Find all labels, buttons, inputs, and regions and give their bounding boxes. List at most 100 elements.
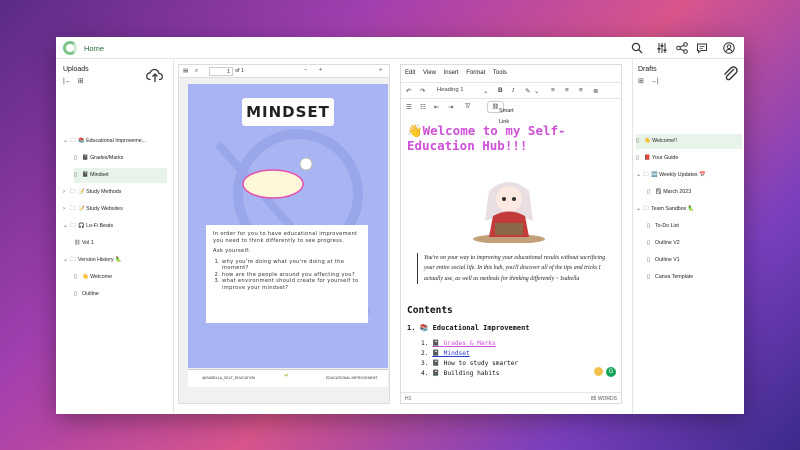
menu-edit[interactable]: Edit [405,70,415,76]
undo-icon[interactable]: ↶ [406,87,411,95]
contents-sub-item: 3. 📓 How to study smarter [421,360,519,367]
document-icon: ▯ [74,155,77,161]
draft-canva-template[interactable]: ▯ Canva Template [647,270,742,285]
add-folder-icon[interactable]: ⊞ [78,78,84,85]
menu-tools[interactable]: Tools [493,70,507,76]
app-window: Home Uploads |← ⊞ ⌄ 🗀 📚 Educational Improv… [56,37,744,414]
italic-icon[interactable]: I [512,87,514,94]
draft-outline-v2[interactable]: ▯ Outline V2 [647,236,742,251]
align-left-icon[interactable]: ≡ [551,87,555,94]
chevron-down-icon[interactable]: ⌄ [636,202,643,217]
collapse-icon[interactable]: |← [63,78,72,85]
tree-folder-study-methods[interactable]: › 🗀 📝 Study Methods [63,185,168,200]
chevron-down-icon[interactable]: ⌄ [534,87,539,95]
highlight-icon[interactable]: ✎ [525,87,530,95]
page-count: of 1 [235,68,245,74]
block-style-select[interactable]: Heading 1 [437,87,463,93]
pdf-toolbar: ▤ ⌕ 1 of 1 − + » [179,65,389,78]
share-icon[interactable] [676,42,688,54]
tree-folder-educational-improvement[interactable]: ⌄ 🗀 📚 Educational Improveme... [63,134,173,149]
indent-icon[interactable]: ⇥ [448,103,453,111]
home-link[interactable]: Home [84,44,104,53]
document-icon: ▯ [647,257,650,263]
tree-doc-welcome[interactable]: ▯ 👋 Welcome [74,270,164,285]
cloud-upload-icon[interactable] [146,66,164,84]
tree-folder-study-websites[interactable]: › 🗀 📝 Study Websites [63,202,168,217]
pdf-quote-box: In order for you to have educational imp… [206,225,368,323]
drafts-panel: Drafts ⊞ →| ▯ 👋 Welcome!! ▯ 📕 Your Guide ⌄… [632,59,744,414]
add-folder-icon[interactable]: ⊞ [638,78,644,85]
bold-icon[interactable]: B [498,87,503,94]
page-number-input[interactable]: 1 [209,67,233,76]
tree-folder-lofi-beats[interactable]: ⌄ 🗀 🎧 Lo-Fi Beats [63,219,168,234]
editor-content[interactable]: 👋Welcome to my Self-Education Hub!!! You… [401,115,621,395]
pdf-page-footer: @ISABELLA_SELF_EDUCATION 🌱 EDUCATIONAL I… [188,369,388,387]
smart-link-button[interactable]: ⛓ Smart Link [487,101,514,125]
collapse-icon[interactable]: →| [650,78,659,85]
tree-folder-version-history[interactable]: ⌄ 🗀 Version History 🦜 [63,253,168,268]
draft-welcome[interactable]: ▯ 👋 Welcome!! [636,134,742,149]
editor-toolbar-1: ↶ ↷ Heading 1 ⌄ B I ✎ ⌄ ≡ ≡ ≡ ≣ [401,82,621,98]
folder-icon: 🗀 [70,138,76,144]
align-right-icon[interactable]: ≡ [579,87,583,94]
document-icon: ▯ [647,274,650,280]
app-logo[interactable] [63,41,77,55]
grades-link[interactable]: 📓 Grades & Marks [432,340,496,347]
contents-heading: Contents [407,305,453,316]
tree-link-vol1[interactable]: ⛓Vol 1 [74,236,164,251]
sidebar-toggle-icon[interactable]: ▤ [183,68,188,74]
more-tools-icon[interactable]: » [379,67,382,73]
document-icon: ▯ [636,138,639,144]
grammarly-icon[interactable]: G [606,367,616,377]
user-icon[interactable] [723,42,735,54]
document-icon: ▯ [647,240,650,246]
draft-outline-v1[interactable]: ▯ Outline V1 [647,253,742,268]
outdent-icon[interactable]: ⇤ [434,103,439,111]
chevron-down-icon[interactable]: ⌄ [63,253,70,268]
chevron-right-icon[interactable]: › [63,185,70,200]
menu-format[interactable]: Format [466,70,485,76]
pdf-search-icon[interactable]: ⌕ [195,68,198,75]
bullet-list-icon[interactable]: ☰ [406,103,412,111]
search-icon[interactable] [631,42,643,54]
mindset-link[interactable]: 📓 Mindset [432,350,470,357]
sliders-icon[interactable] [656,42,668,54]
pdf-ask: Ask yourself: [213,248,251,254]
align-center-icon[interactable]: ≡ [565,87,569,94]
draft-folder-team-sandbox[interactable]: ⌄ 🗀 Team Sandbox 🦜 [636,202,742,217]
align-justify-icon[interactable]: ≣ [593,87,598,95]
paperclip-icon[interactable] [721,64,739,82]
emoji-icon[interactable] [594,367,603,376]
redo-icon[interactable]: ↷ [420,87,425,95]
folder-icon: 🗀 [70,206,76,212]
uploads-panel: Uploads |← ⊞ ⌄ 🗀 📚 Educational Improveme..… [56,59,174,414]
chevron-down-icon[interactable]: ⌄ [63,134,70,149]
uploads-title: Uploads [63,66,89,73]
numbered-list-icon[interactable]: ☷ [420,103,426,111]
chevron-right-icon[interactable]: › [63,202,70,217]
anime-illustration [473,182,545,243]
word-count[interactable]: 85 WORDS [591,396,617,402]
intro-quote: You're on your way to improving your edu… [417,253,613,284]
pdf-question: what environment should create for yours… [222,278,361,291]
menu-insert[interactable]: Insert [444,70,459,76]
tree-doc-outline[interactable]: ▯ Outline [74,287,164,302]
zoom-in-icon[interactable]: + [319,67,322,73]
chevron-down-icon[interactable]: ⌄ [636,168,643,183]
draft-march-2023[interactable]: ▯ 🗒 March 2023 [647,185,742,200]
chat-icon[interactable] [696,42,708,54]
top-bar: Home [56,37,744,59]
contents-sub-item: 2. 📓 Mindset [421,350,470,357]
chevron-down-icon[interactable]: ⌄ [483,87,488,95]
draft-your-guide[interactable]: ▯ 📕 Your Guide [636,151,742,166]
editor-menu: Edit View Insert Format Tools [405,70,513,76]
tree-doc-grades[interactable]: ▯ 📓 Grades/Marks [74,151,166,166]
menu-view[interactable]: View [423,70,436,76]
tree-doc-mindset[interactable]: ▯ 📓 Mindset [74,168,167,183]
draft-folder-weekly-updates[interactable]: ⌄ 🗀 🆕 Weekly Updates 📅 [636,168,742,183]
document-icon: ▯ [74,172,77,178]
chevron-down-icon[interactable]: ⌄ [63,219,70,234]
clear-format-icon[interactable]: T̸ [465,103,469,110]
zoom-out-icon[interactable]: − [304,67,307,73]
draft-todo-list[interactable]: ▯ To-Do List [647,219,742,234]
